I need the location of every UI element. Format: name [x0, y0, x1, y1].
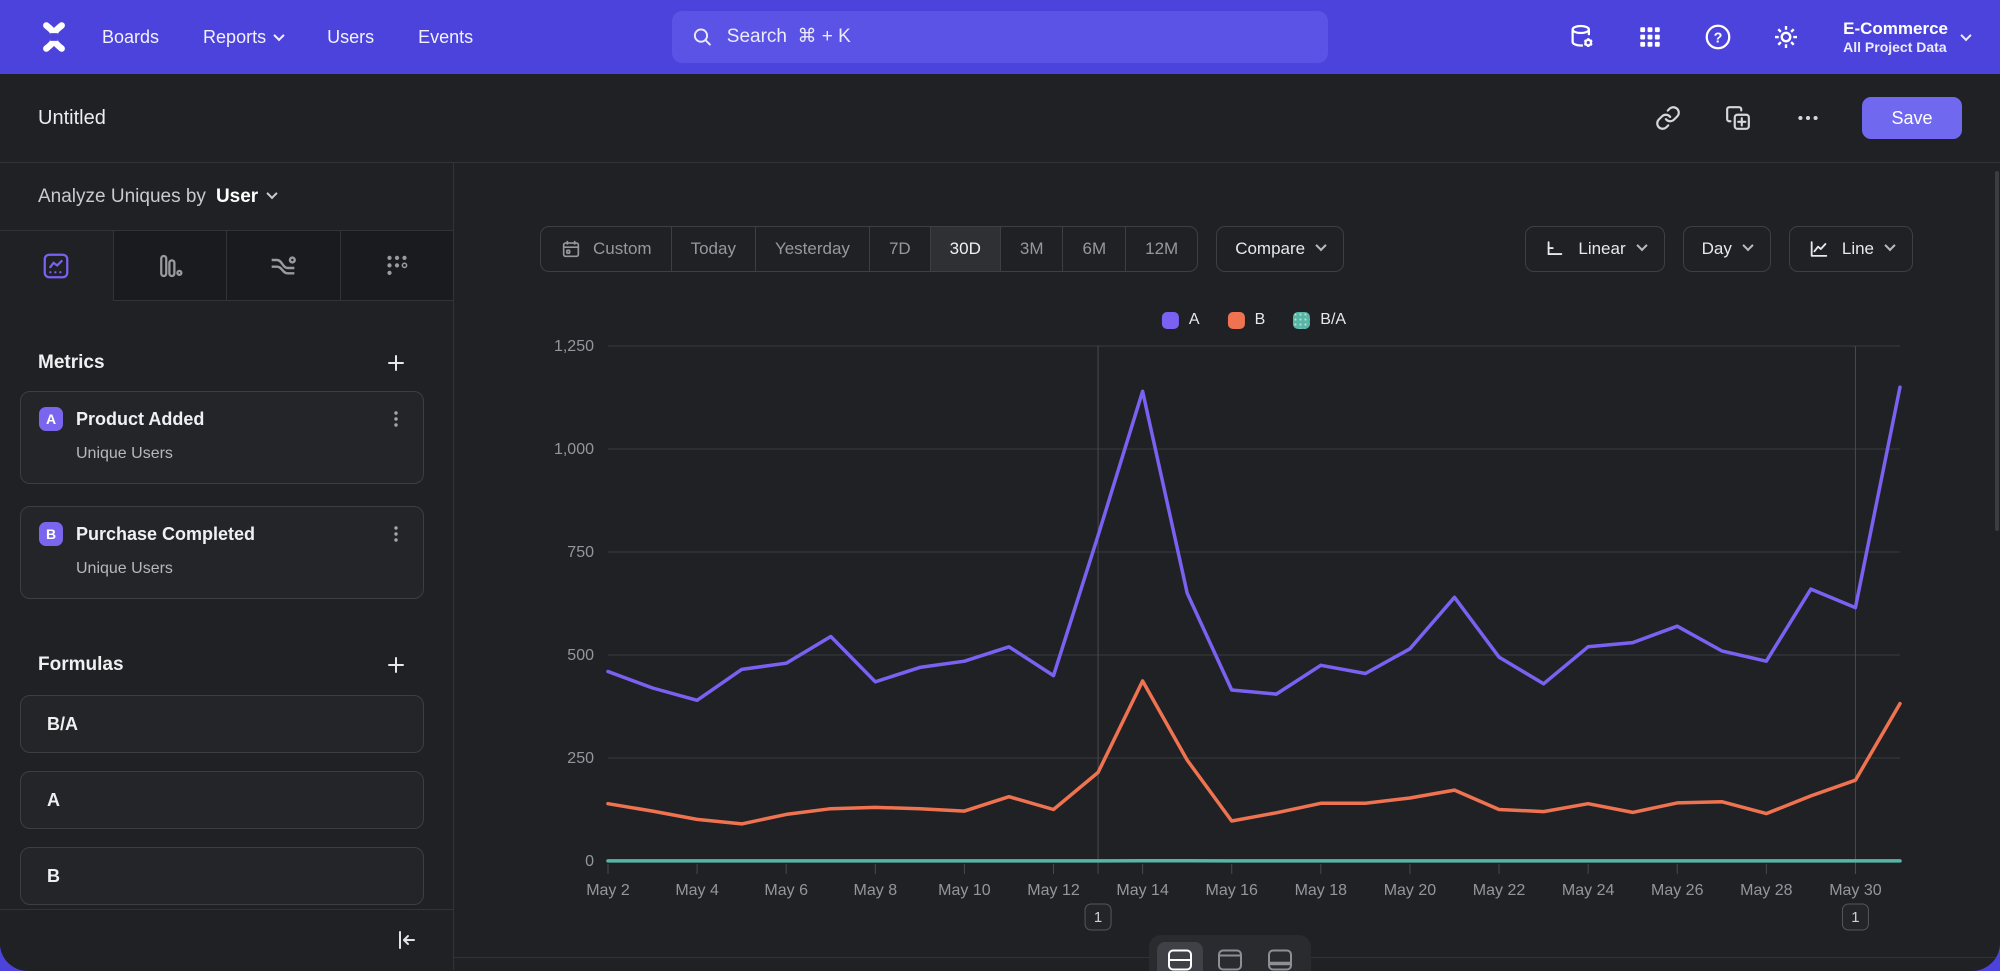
settings-gear-icon[interactable] [1769, 20, 1803, 54]
svg-text:May 22: May 22 [1473, 882, 1526, 899]
svg-text:May 4: May 4 [675, 882, 719, 899]
add-formula-button[interactable] [385, 654, 407, 676]
svg-text:May 8: May 8 [854, 882, 898, 899]
formulas-title: Formulas [38, 654, 124, 676]
top-nav: Boards Reports Users Events [0, 0, 2000, 74]
chart-main-area: Custom Today Yesterday 7D 30D 3M 6M 12M … [454, 163, 2000, 970]
title-actions: Save [1652, 97, 1962, 139]
more-options-icon[interactable] [1792, 102, 1824, 134]
app-window: Boards Reports Users Events [0, 0, 2000, 971]
report-type-tabs [0, 231, 453, 301]
svg-text:May 2: May 2 [586, 882, 630, 899]
svg-text:1,250: 1,250 [554, 338, 594, 355]
svg-text:May 14: May 14 [1116, 882, 1169, 899]
copy-link-icon[interactable] [1652, 102, 1684, 134]
chevron-down-icon [273, 30, 284, 41]
svg-text:1: 1 [1094, 909, 1102, 926]
svg-text:May 6: May 6 [764, 882, 808, 899]
svg-text:?: ? [1714, 30, 1723, 46]
query-builder-sidebar: Analyze Uniques by User [0, 163, 454, 970]
svg-text:May 28: May 28 [1740, 882, 1793, 899]
svg-text:May 12: May 12 [1027, 882, 1080, 899]
retention-dots-icon [382, 251, 412, 281]
svg-text:May 18: May 18 [1295, 882, 1348, 899]
svg-text:250: 250 [567, 750, 594, 767]
mixpanel-logo-icon[interactable] [36, 19, 72, 55]
chevron-down-icon [267, 188, 278, 199]
search-input[interactable] [727, 26, 1308, 48]
chevron-down-icon [1960, 30, 1971, 41]
annotation-badge: 1 [1085, 904, 1111, 930]
svg-text:May 16: May 16 [1205, 882, 1258, 899]
project-switcher[interactable]: E-Commerce All Project Data [1843, 18, 1970, 57]
svg-text:May 10: May 10 [938, 882, 991, 899]
formula-card-a[interactable]: A [20, 771, 424, 829]
svg-text:750: 750 [567, 544, 594, 561]
report-title-bar: Untitled [0, 74, 2000, 163]
svg-text:1,000: 1,000 [554, 441, 594, 458]
metric-a-aggregation[interactable]: Unique Users [76, 445, 405, 463]
svg-text:May 26: May 26 [1651, 882, 1704, 899]
duplicate-icon[interactable] [1722, 102, 1754, 134]
apps-grid-icon[interactable] [1633, 20, 1667, 54]
formulas-section-header: Formulas [38, 653, 407, 677]
tab-insights[interactable] [0, 231, 113, 301]
add-metric-button[interactable] [385, 352, 407, 374]
analyze-entity-dropdown[interactable]: User [216, 186, 276, 208]
tab-flows[interactable] [226, 231, 340, 301]
data-management-icon[interactable] [1565, 20, 1599, 54]
metric-b-name: Purchase Completed [76, 524, 374, 545]
sidebar-footer [0, 909, 453, 970]
scrollbar[interactable] [1995, 171, 1999, 531]
workspace-panel: Untitled [0, 74, 2000, 971]
metric-card-a[interactable]: A Product Added Unique Users [20, 391, 424, 484]
insights-line-chart-icon [41, 251, 71, 281]
annotation-badge: 1 [1842, 904, 1868, 930]
metric-b-menu-icon[interactable] [387, 524, 405, 544]
svg-text:0: 0 [585, 853, 594, 870]
search-icon [692, 26, 713, 48]
line-chart[interactable]: 0 250 500 750 1,000 1,250 May 2 May 4 May 6 May 8… [454, 163, 2000, 970]
project-scope: All Project Data [1843, 39, 1948, 57]
analyze-header: Analyze Uniques by User [0, 163, 453, 231]
tab-retention[interactable] [340, 231, 454, 301]
view-mode-tray [1149, 935, 1311, 971]
metrics-title: Metrics [38, 352, 105, 374]
report-title[interactable]: Untitled [38, 107, 106, 130]
project-name: E-Commerce [1843, 18, 1948, 39]
metric-a-menu-icon[interactable] [387, 409, 405, 429]
primary-nav: Boards Reports Users Events [102, 27, 473, 48]
svg-text:May 20: May 20 [1384, 882, 1437, 899]
nav-right-cluster: ? E-Commerce All Project Data [1565, 0, 1970, 74]
analyze-label: Analyze Uniques by [38, 186, 206, 208]
nav-item-events[interactable]: Events [418, 27, 473, 48]
metric-b-badge: B [39, 522, 63, 546]
metric-b-aggregation[interactable]: Unique Users [76, 560, 405, 578]
nav-item-users[interactable]: Users [327, 27, 374, 48]
nav-item-reports[interactable]: Reports [203, 27, 283, 48]
funnel-bars-icon [155, 251, 185, 281]
metrics-section-header: Metrics [38, 351, 407, 375]
split-view-button[interactable] [1157, 942, 1203, 971]
help-icon[interactable]: ? [1701, 20, 1735, 54]
chart-only-view-button[interactable] [1207, 942, 1253, 971]
content-row: Analyze Uniques by User [0, 163, 2000, 970]
collapse-sidebar-icon[interactable] [391, 924, 423, 956]
global-search[interactable] [672, 11, 1328, 63]
svg-text:May 24: May 24 [1562, 882, 1615, 899]
metric-a-name: Product Added [76, 409, 374, 430]
formula-card-ba[interactable]: B/A [20, 695, 424, 753]
metric-card-b[interactable]: B Purchase Completed Unique Users [20, 506, 424, 599]
nav-item-boards[interactable]: Boards [102, 27, 159, 48]
formula-card-b[interactable]: B [20, 847, 424, 905]
tab-funnels[interactable] [113, 231, 227, 301]
table-only-view-button[interactable] [1257, 942, 1303, 971]
flows-icon [267, 250, 299, 282]
svg-text:May 30: May 30 [1829, 882, 1882, 899]
save-button[interactable]: Save [1862, 97, 1962, 139]
metric-a-badge: A [39, 407, 63, 431]
svg-text:500: 500 [567, 647, 594, 664]
svg-text:1: 1 [1851, 909, 1859, 926]
